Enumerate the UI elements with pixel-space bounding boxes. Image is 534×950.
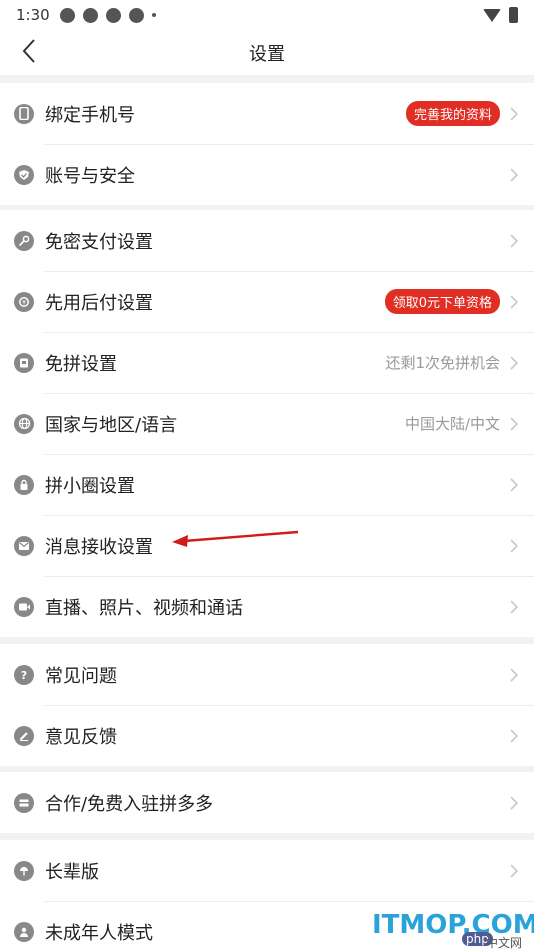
video-camera-icon: [14, 596, 34, 617]
chevron-right-icon: [506, 477, 522, 493]
row-label: 绑定手机号: [45, 104, 135, 126]
row-label: 拼小圈设置: [45, 475, 135, 497]
row-label: 国家与地区/语言: [45, 414, 178, 436]
status-time: 1:30: [16, 6, 50, 24]
row-label: 直播、照片、视频和通话: [45, 597, 243, 619]
svg-text:?: ?: [21, 669, 27, 681]
row-label: 未成年人模式: [45, 922, 153, 944]
settings-group-help: ? 常见问题 意见反馈: [0, 644, 534, 766]
mail-icon: [14, 535, 34, 556]
row-label: 长辈版: [45, 861, 99, 883]
row-label: 账号与安全: [45, 165, 135, 187]
chevron-right-icon: [506, 355, 522, 371]
app-notification-icon: [105, 7, 121, 23]
row-label: 免密支付设置: [45, 231, 153, 253]
settings-row-faq[interactable]: ? 常见问题: [0, 644, 534, 705]
chevron-right-icon: [506, 294, 522, 310]
row-label: 合作/免费入驻拼多多: [45, 793, 214, 815]
app-notification-icon: [82, 7, 98, 23]
svg-text:¥: ¥: [22, 299, 26, 306]
settings-group-business: 合作/免费入驻拼多多: [0, 772, 534, 833]
chevron-right-icon: [506, 106, 522, 122]
elder-icon: [14, 860, 34, 881]
complete-profile-badge[interactable]: 完善我的资料: [405, 101, 500, 126]
row-hint: 中国大陆/中文: [404, 415, 500, 433]
chevron-right-icon: [506, 795, 522, 811]
settings-row-elder-mode[interactable]: 长辈版: [0, 840, 534, 901]
row-label: 常见问题: [45, 665, 117, 687]
settings-row-feedback[interactable]: 意见反馈: [0, 705, 534, 766]
app-notification-icon: [128, 7, 144, 23]
pencil-icon: [14, 725, 34, 746]
chevron-right-icon: [506, 599, 522, 615]
settings-row-password-free-payment[interactable]: 免密支付设置: [0, 210, 534, 271]
settings-row-live-photo-video-call[interactable]: 直播、照片、视频和通话: [0, 576, 534, 637]
question-icon: ?: [14, 664, 34, 685]
settings-group-general: 免密支付设置 ¥ 先用后付设置 领取0元下单资格 免拼设置 还剩1次免拼机会 国…: [0, 210, 534, 637]
chevron-left-icon: [22, 39, 35, 63]
store-icon: [14, 792, 34, 813]
nav-bar: 设置: [0, 30, 534, 75]
battery-icon: [509, 7, 518, 23]
chevron-right-icon: [506, 667, 522, 683]
pay-later-icon: ¥: [14, 291, 34, 312]
phone-icon: [14, 103, 34, 124]
page-title: 设置: [249, 43, 285, 65]
more-notifications-dot: [151, 13, 156, 17]
wifi-icon: [483, 8, 501, 22]
chevron-right-icon: [506, 538, 522, 554]
chevron-right-icon: [506, 233, 522, 249]
watermark-chinese-site: 中文网: [486, 936, 523, 950]
settings-row-account-security[interactable]: 账号与安全: [0, 144, 534, 205]
globe-icon: [14, 413, 34, 434]
back-button[interactable]: [14, 36, 44, 66]
settings-row-bind-phone[interactable]: 绑定手机号 完善我的资料: [0, 83, 534, 144]
chevron-right-icon: [506, 728, 522, 744]
minor-mode-icon: [14, 921, 34, 942]
key-icon: [14, 230, 34, 251]
settings-row-pay-later[interactable]: ¥ 先用后付设置 领取0元下单资格: [0, 271, 534, 332]
chevron-right-icon: [506, 167, 522, 183]
settings-group-account: 绑定手机号 完善我的资料 账号与安全: [0, 83, 534, 205]
lock-icon: [14, 474, 34, 495]
group-free-icon: [14, 352, 34, 373]
settings-row-group-free[interactable]: 免拼设置 还剩1次免拼机会: [0, 332, 534, 393]
row-label: 消息接收设置: [45, 536, 153, 558]
annotation-arrow-icon: [172, 530, 299, 547]
row-label: 免拼设置: [45, 353, 117, 375]
settings-row-moments[interactable]: 拼小圈设置: [0, 454, 534, 515]
row-label: 意见反馈: [45, 726, 117, 748]
settings-row-region-language[interactable]: 国家与地区/语言 中国大陆/中文: [0, 393, 534, 454]
chevron-right-icon: [506, 863, 522, 879]
row-hint: 还剩1次免拼机会: [385, 354, 500, 372]
settings-row-cooperation[interactable]: 合作/免费入驻拼多多: [0, 772, 534, 833]
row-label: 先用后付设置: [45, 292, 153, 314]
shield-icon: [14, 164, 34, 185]
weibo-icon: [59, 7, 75, 23]
status-bar: 1:30: [0, 0, 534, 30]
claim-zero-yuan-badge[interactable]: 领取0元下单资格: [384, 289, 500, 314]
chevron-right-icon: [506, 416, 522, 432]
